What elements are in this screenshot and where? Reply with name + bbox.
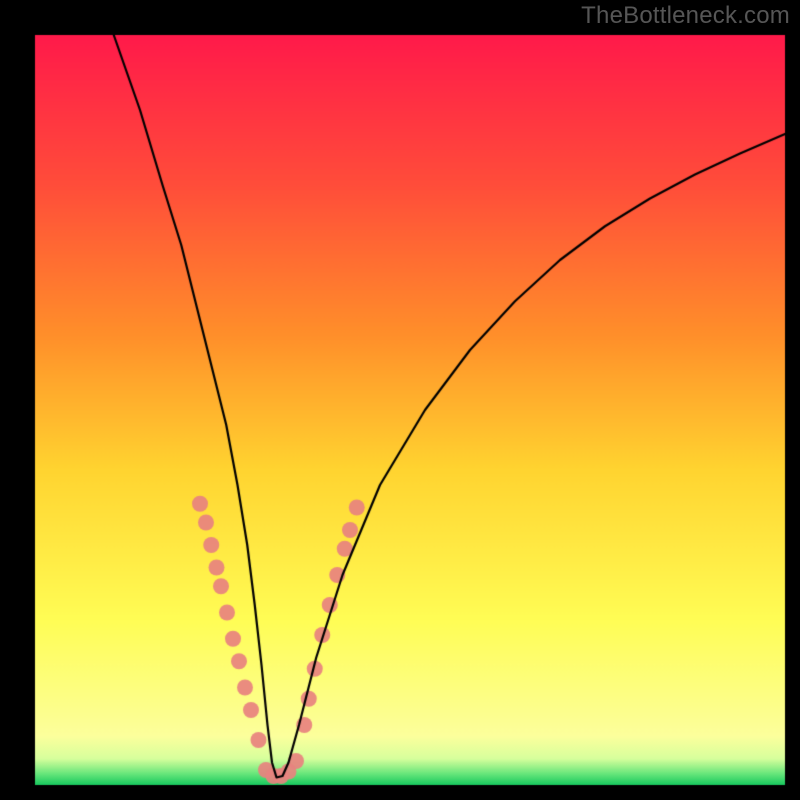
bottleneck-chart-canvas: [0, 0, 800, 800]
watermark-text: TheBottleneck.com: [581, 2, 790, 30]
chart-container: TheBottleneck.com: [0, 0, 800, 800]
